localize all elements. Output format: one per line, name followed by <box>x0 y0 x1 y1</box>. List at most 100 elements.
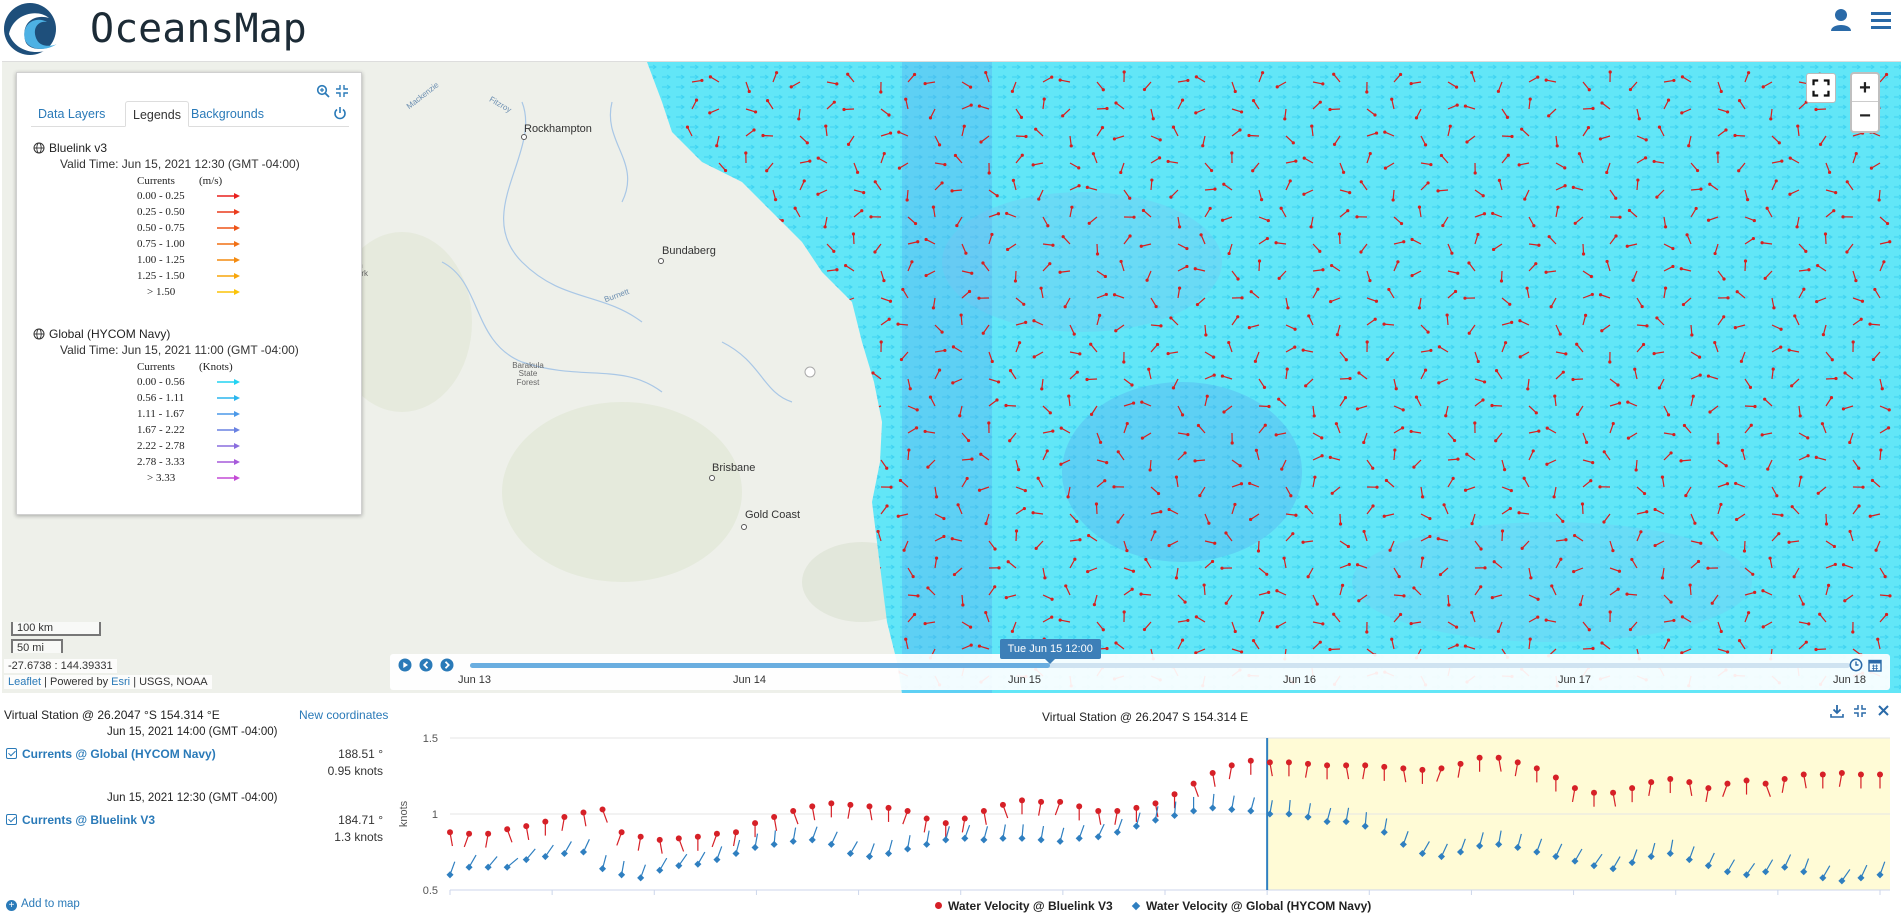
hycom-point[interactable] <box>1228 805 1236 813</box>
hycom-point[interactable] <box>904 845 912 853</box>
bluelink-point[interactable] <box>1857 771 1864 778</box>
bluelink-point[interactable] <box>1629 785 1636 792</box>
hycom-point[interactable] <box>1190 807 1198 815</box>
tab-backgrounds[interactable]: Backgrounds <box>184 101 271 127</box>
bluelink-point[interactable] <box>1076 803 1083 810</box>
hycom-point[interactable] <box>942 836 950 844</box>
bluelink-point[interactable] <box>1571 785 1578 792</box>
hycom-point[interactable] <box>751 843 759 851</box>
bluelink-point[interactable] <box>1228 762 1235 769</box>
bluelink-point[interactable] <box>1438 765 1445 772</box>
bluelink-point[interactable] <box>980 807 987 814</box>
checkbox-icon[interactable] <box>6 748 17 759</box>
bluelink-point[interactable] <box>599 806 606 813</box>
hycom-point[interactable] <box>846 849 854 858</box>
timeline-tick-label[interactable]: Jun 18 <box>1833 674 1866 686</box>
hycom-point[interactable] <box>1170 811 1179 820</box>
fullscreen-button[interactable] <box>1806 73 1836 103</box>
play-icon[interactable] <box>398 658 412 672</box>
zoom-out-button[interactable]: − <box>1852 103 1878 131</box>
bluelink-point[interactable] <box>999 801 1006 808</box>
power-icon[interactable] <box>333 106 347 120</box>
compress-icon[interactable] <box>1853 704 1867 718</box>
user-icon[interactable] <box>1830 8 1852 32</box>
hycom-point[interactable] <box>1151 816 1160 824</box>
bluelink-point[interactable] <box>1133 804 1140 811</box>
bluelink-point[interactable] <box>1724 780 1731 787</box>
bluelink-point[interactable] <box>1266 759 1273 766</box>
hycom-point[interactable] <box>770 840 778 848</box>
tab-data-layers[interactable]: Data Layers <box>31 101 112 127</box>
collapse-arrows-icon[interactable] <box>335 84 349 98</box>
bluelink-point[interactable] <box>1762 780 1769 787</box>
bluelink-point[interactable] <box>1400 765 1407 772</box>
bluelink-point[interactable] <box>561 814 568 821</box>
new-coordinates-link[interactable]: New coordinates <box>299 708 388 722</box>
bluelink-point[interactable] <box>466 830 473 837</box>
bluelink-point[interactable] <box>1495 754 1502 761</box>
leaflet-link[interactable]: Leaflet <box>8 676 41 688</box>
hycom-point[interactable] <box>560 849 568 858</box>
observation-name-hycom[interactable]: Currents @ Global (HYCOM Navy) <box>6 747 216 761</box>
bluelink-point[interactable] <box>790 807 797 814</box>
bluelink-point[interactable] <box>904 807 911 814</box>
bluelink-point[interactable] <box>828 800 835 807</box>
hycom-point[interactable] <box>980 836 988 844</box>
download-icon[interactable] <box>1830 704 1844 718</box>
bluelink-point[interactable] <box>1324 762 1331 769</box>
hycom-point[interactable] <box>1018 834 1026 842</box>
bluelink-point[interactable] <box>523 823 530 830</box>
hycom-point[interactable] <box>713 856 721 864</box>
bluelink-point[interactable] <box>447 829 453 836</box>
timeline-tick-label[interactable]: Jun 14 <box>733 674 766 686</box>
bluelink-point[interactable] <box>942 820 949 827</box>
hycom-point[interactable] <box>884 849 893 858</box>
hycom-point[interactable] <box>618 871 626 879</box>
bluelink-point[interactable] <box>580 809 587 816</box>
bluelink-point[interactable] <box>1209 769 1216 776</box>
bluelink-point[interactable] <box>1781 776 1788 783</box>
hycom-point[interactable] <box>1113 828 1121 836</box>
hycom-point[interactable] <box>1094 833 1102 841</box>
bluelink-point[interactable] <box>1457 760 1464 767</box>
bluelink-point[interactable] <box>1743 777 1750 784</box>
bluelink-point[interactable] <box>1800 771 1807 778</box>
velocity-chart[interactable]: 0.511.5knots12:0012. Jun12:0013. Jun12:0… <box>395 724 1895 896</box>
hycom-point[interactable] <box>789 837 797 845</box>
legend-hycom[interactable]: Water Velocity @ Global (HYCOM Navy) <box>1131 899 1371 913</box>
bluelink-point[interactable] <box>771 814 778 821</box>
hycom-point[interactable] <box>1056 837 1064 845</box>
add-to-map-link[interactable]: + Add to map <box>6 898 80 911</box>
bluelink-point[interactable] <box>485 830 492 837</box>
zoom-in-button[interactable]: + <box>1852 74 1878 102</box>
timeline-tick-label[interactable]: Jun 13 <box>458 674 491 686</box>
bluelink-point[interactable] <box>752 820 759 827</box>
bluelink-point[interactable] <box>1610 789 1617 796</box>
esri-link[interactable]: Esri <box>111 676 130 688</box>
bluelink-point[interactable] <box>1381 763 1388 770</box>
hycom-point[interactable] <box>732 849 740 858</box>
bluelink-point[interactable] <box>1877 771 1883 778</box>
close-icon[interactable] <box>1877 704 1890 717</box>
bluelink-point[interactable] <box>1686 779 1693 786</box>
bluelink-point[interactable] <box>809 803 816 810</box>
bluelink-point[interactable] <box>733 829 739 836</box>
zoom-search-icon[interactable] <box>316 84 330 98</box>
hycom-point[interactable] <box>637 874 645 882</box>
bluelink-point[interactable] <box>504 826 511 833</box>
step-back-icon[interactable] <box>419 658 433 672</box>
bluelink-point[interactable] <box>618 829 625 836</box>
bluelink-point[interactable] <box>656 836 663 843</box>
bluelink-point[interactable] <box>1362 762 1369 769</box>
timeline-tick-label[interactable]: Jun 17 <box>1558 674 1591 686</box>
bluelink-point[interactable] <box>1838 769 1845 776</box>
bluelink-point[interactable] <box>1476 754 1483 761</box>
bluelink-point[interactable] <box>637 833 644 840</box>
timeline-slider[interactable]: Tue Jun 15 12:00 <box>470 639 1850 668</box>
hycom-point[interactable] <box>1075 834 1083 842</box>
bluelink-point[interactable] <box>1038 798 1045 805</box>
bluelink-point[interactable] <box>885 804 892 811</box>
bluelink-point[interactable] <box>1285 759 1292 766</box>
hycom-point[interactable] <box>1037 836 1045 844</box>
bluelink-point[interactable] <box>1591 789 1597 796</box>
